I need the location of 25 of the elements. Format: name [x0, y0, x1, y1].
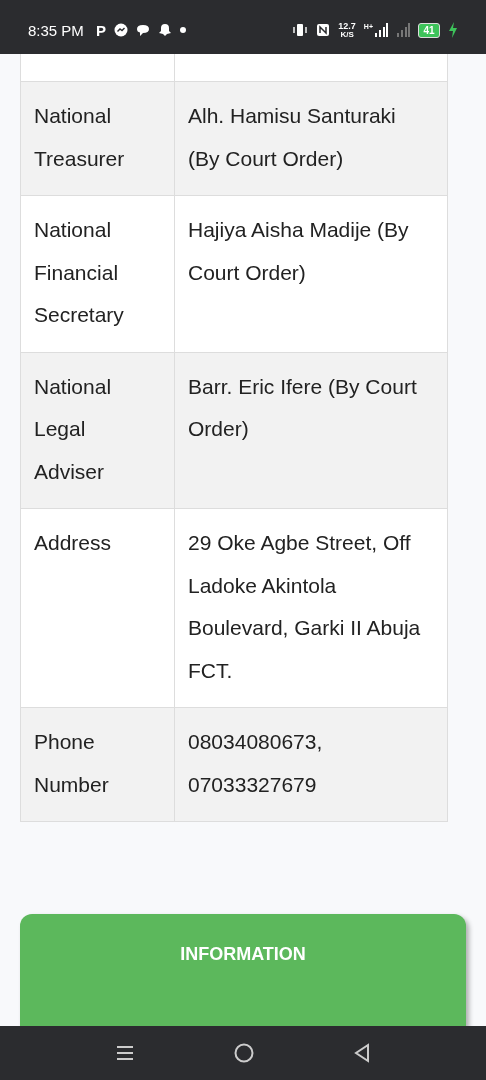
row-label: National Legal Adviser — [21, 352, 175, 508]
card-title: INFORMATION — [179, 943, 307, 965]
app-notification-letter: P — [95, 21, 106, 39]
chat-bubble-icon — [135, 23, 150, 37]
row-value: 08034080673, 07033327679 — [187, 729, 324, 798]
row-value: 29 Oke Agbe Street, Off Ladoke Akintola Boulevard, Garki II Abuja FCT. — [187, 530, 422, 684]
row-value: Barr. Eric Ifere (By Court Order) — [187, 373, 418, 442]
row-value: Alh. Hamisu Santuraki (By Court Order) — [187, 103, 397, 172]
menu-icon[interactable] — [116, 1044, 134, 1062]
row-label: Phone Number — [21, 708, 175, 821]
vibrate-icon — [292, 23, 309, 37]
dot-icon — [179, 27, 186, 33]
signal-icon — [374, 23, 388, 37]
network-speed: 12.7 K/S — [338, 21, 356, 39]
row-label: National Financial Secretary — [21, 196, 175, 352]
row-label: Address — [21, 509, 175, 707]
row-label: National Treasurer — [21, 82, 175, 195]
weak-signal-icon — [396, 23, 410, 37]
clock-time: 8:35 PM — [28, 21, 84, 39]
nfc-icon — [316, 23, 331, 37]
home-icon[interactable] — [234, 1043, 254, 1063]
row-value: Hajiya Aisha Madije (By Court Order) — [187, 217, 410, 286]
battery-indicator: 41 — [418, 22, 440, 38]
messenger-icon — [113, 23, 128, 37]
back-icon[interactable] — [354, 1043, 370, 1063]
